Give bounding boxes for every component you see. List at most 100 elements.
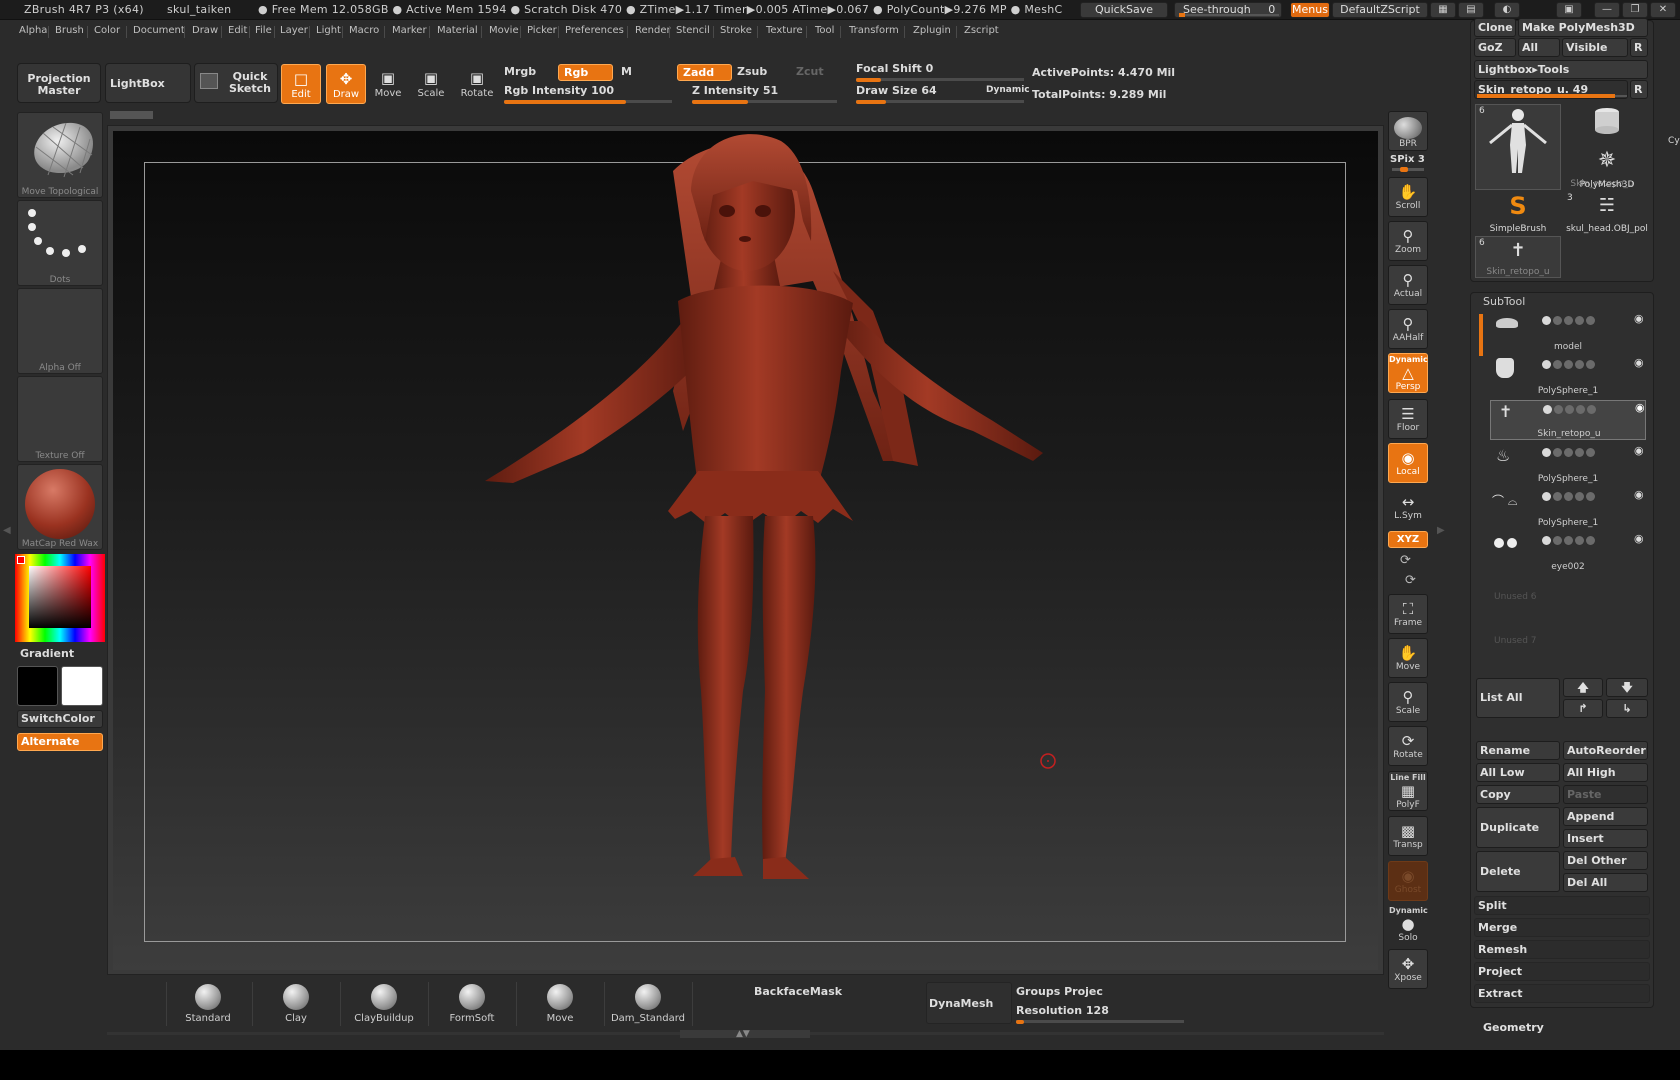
alpha-selector[interactable]: Alpha Off xyxy=(17,288,103,374)
menu-light[interactable]: Light xyxy=(316,25,341,36)
brush-dam-standard[interactable]: Dam_Standard xyxy=(608,982,688,1030)
m-toggle[interactable]: M xyxy=(621,65,632,78)
zoom-button[interactable]: ⚲ Zoom xyxy=(1388,221,1428,261)
draw-size-slider[interactable] xyxy=(856,100,1024,104)
menu-material[interactable]: Material xyxy=(437,25,478,36)
make-polymesh-button[interactable]: Make PolyMesh3D xyxy=(1518,18,1648,37)
lightbox-tools-button[interactable]: Lightbox▸Tools xyxy=(1474,60,1648,79)
local-button[interactable]: ◉ Local xyxy=(1388,443,1428,483)
zcut-toggle[interactable]: Zcut xyxy=(796,65,824,78)
transp-button[interactable]: ▩ Transp xyxy=(1388,816,1428,856)
backface-mask-toggle[interactable]: BackfaceMask xyxy=(754,985,842,998)
lock-icon[interactable]: ▣ xyxy=(1556,2,1582,18)
r-button-2[interactable]: R xyxy=(1630,80,1648,99)
left-tray-toggle-icon[interactable]: ◀ xyxy=(3,525,11,536)
tool-thumb-simplebrush[interactable]: S SimpleBrush xyxy=(1475,192,1561,234)
menu-layer[interactable]: Layer xyxy=(280,25,308,36)
lsym-button[interactable]: ↔ L.Sym xyxy=(1388,487,1428,527)
menu-edit[interactable]: Edit xyxy=(228,25,247,36)
subtool-scroll-indicator[interactable] xyxy=(1479,314,1483,356)
move-up-icon[interactable]: 🡅 xyxy=(1563,678,1603,697)
rotate-mode-button[interactable]: ▣ Rotate xyxy=(457,64,497,104)
goz-button[interactable]: GoZ xyxy=(1474,38,1516,57)
remesh-menu[interactable]: Remesh xyxy=(1474,940,1650,959)
color-picker-square[interactable] xyxy=(29,566,91,628)
menu-transform[interactable]: Transform xyxy=(849,25,899,36)
menu-document[interactable]: Document xyxy=(133,25,185,36)
aahalf-button[interactable]: ⚲ AAHalf xyxy=(1388,309,1428,349)
subtool-toggles[interactable] xyxy=(1542,447,1597,457)
menu-render[interactable]: Render xyxy=(635,25,671,36)
menu-zplugin[interactable]: Zplugin xyxy=(913,25,951,36)
r-button[interactable]: R xyxy=(1630,38,1648,57)
groups-projec-toggle[interactable]: Groups Projec xyxy=(1016,985,1103,998)
subtool-row-polysphere-1b[interactable]: ♨ ◉ PolySphere_1 xyxy=(1490,444,1646,484)
character-model[interactable] xyxy=(113,131,1378,970)
xyz-toggle[interactable]: XYZ xyxy=(1388,531,1428,548)
visibility-eye-icon[interactable]: ◉ xyxy=(1635,401,1645,414)
spix-label[interactable]: SPix 3 xyxy=(1390,154,1425,165)
menu-alpha[interactable]: Alpha xyxy=(19,25,47,36)
collapse-arrows-icon[interactable]: ▲▼ xyxy=(736,1029,750,1039)
canvas-scroll-handle[interactable] xyxy=(110,111,153,119)
ghost-button[interactable]: ◉ Ghost xyxy=(1388,861,1428,901)
subtool-toggles[interactable] xyxy=(1542,315,1597,325)
tool-thumb-polymesh3d[interactable]: ✵ PolyMesh3D xyxy=(1564,148,1650,190)
brush-claybuildup[interactable]: ClayBuildup xyxy=(344,982,424,1030)
menu-brush[interactable]: Brush xyxy=(55,25,84,36)
zadd-toggle[interactable]: Zadd xyxy=(677,64,732,81)
menu-marker[interactable]: Marker xyxy=(392,25,427,36)
texture-selector[interactable]: Texture Off xyxy=(17,376,103,462)
subtool-row-polysphere-1[interactable]: ◉ PolySphere_1 xyxy=(1490,356,1646,396)
clone-button[interactable]: Clone xyxy=(1474,18,1516,37)
layout-icon[interactable]: ▤ xyxy=(1458,2,1484,18)
menu-picker[interactable]: Picker xyxy=(527,25,557,36)
scale-mode-button[interactable]: ▣ Scale xyxy=(411,64,451,104)
geometry-palette-header[interactable]: Geometry xyxy=(1483,1021,1544,1034)
lightbox-button[interactable]: LightBox xyxy=(105,63,191,103)
move-down-icon[interactable]: 🡇 xyxy=(1606,678,1648,697)
delete-button[interactable]: Delete xyxy=(1476,851,1560,892)
rgb-toggle[interactable]: Rgb xyxy=(558,64,613,81)
tool-thumb-skin-retopo-2[interactable]: 6 ✝ Skin_retopo_u xyxy=(1475,236,1561,278)
all-button[interactable]: All xyxy=(1518,38,1560,57)
color-picker[interactable] xyxy=(15,554,105,642)
draw-mode-button[interactable]: ✥ Draw xyxy=(326,64,366,104)
subtool-row-eye002[interactable]: ◉ eye002 xyxy=(1490,532,1646,572)
current-tool-slider[interactable]: Skin_retopo_u. 49 xyxy=(1474,80,1628,99)
move-mode-button[interactable]: ▣ Move xyxy=(368,64,408,104)
copy-button[interactable]: Copy xyxy=(1476,785,1560,804)
z-intensity-slider[interactable] xyxy=(692,100,837,104)
auto-reorder-button[interactable]: AutoReorder xyxy=(1563,741,1648,760)
menu-macro[interactable]: Macro xyxy=(349,25,379,36)
insert-button[interactable]: Insert xyxy=(1563,829,1648,848)
arrow-down-right-icon[interactable]: ↳ xyxy=(1606,699,1648,718)
menu-zscript[interactable]: Zscript xyxy=(964,25,999,36)
subtool-row-skin-retopo-selected[interactable]: ✝ ◉ Skin_retopo_u xyxy=(1490,400,1646,440)
all-low-button[interactable]: All Low xyxy=(1476,763,1560,782)
xpose-button[interactable]: ✥ Xpose xyxy=(1388,949,1428,989)
stroke-selector[interactable]: Dots xyxy=(17,200,103,286)
projection-master-button[interactable]: Projection Master xyxy=(17,63,101,103)
see-through-slider[interactable]: See-through 0 xyxy=(1174,2,1282,18)
subtool-toggles[interactable] xyxy=(1543,404,1598,414)
floor-button[interactable]: ☰ Floor xyxy=(1388,399,1428,439)
visibility-eye-icon[interactable]: ◉ xyxy=(1634,312,1644,325)
brush-formsoft[interactable]: FormSoft xyxy=(432,982,512,1030)
del-other-button[interactable]: Del Other xyxy=(1563,851,1648,870)
menus-button[interactable]: Menus xyxy=(1290,2,1330,18)
scroll-button[interactable]: ✋ Scroll xyxy=(1388,177,1428,217)
subtool-row-model[interactable]: ◉ model xyxy=(1490,312,1646,352)
menu-movie[interactable]: Movie xyxy=(489,25,519,36)
append-button[interactable]: Append xyxy=(1563,807,1648,826)
alternate-button[interactable]: Alternate xyxy=(17,733,103,751)
rgb-intensity-slider[interactable] xyxy=(504,100,672,104)
visibility-eye-icon[interactable]: ◉ xyxy=(1634,356,1644,369)
subtool-toggles[interactable] xyxy=(1542,491,1597,501)
right-tray-toggle-icon[interactable]: ▶ xyxy=(1437,525,1445,536)
spix-slider[interactable] xyxy=(1392,167,1424,172)
all-high-button[interactable]: All High xyxy=(1563,763,1648,782)
subtool-title[interactable]: SubTool xyxy=(1483,295,1525,308)
minimize-icon[interactable]: — xyxy=(1594,2,1620,18)
dynamesh-button[interactable]: DynaMesh xyxy=(926,982,1012,1024)
